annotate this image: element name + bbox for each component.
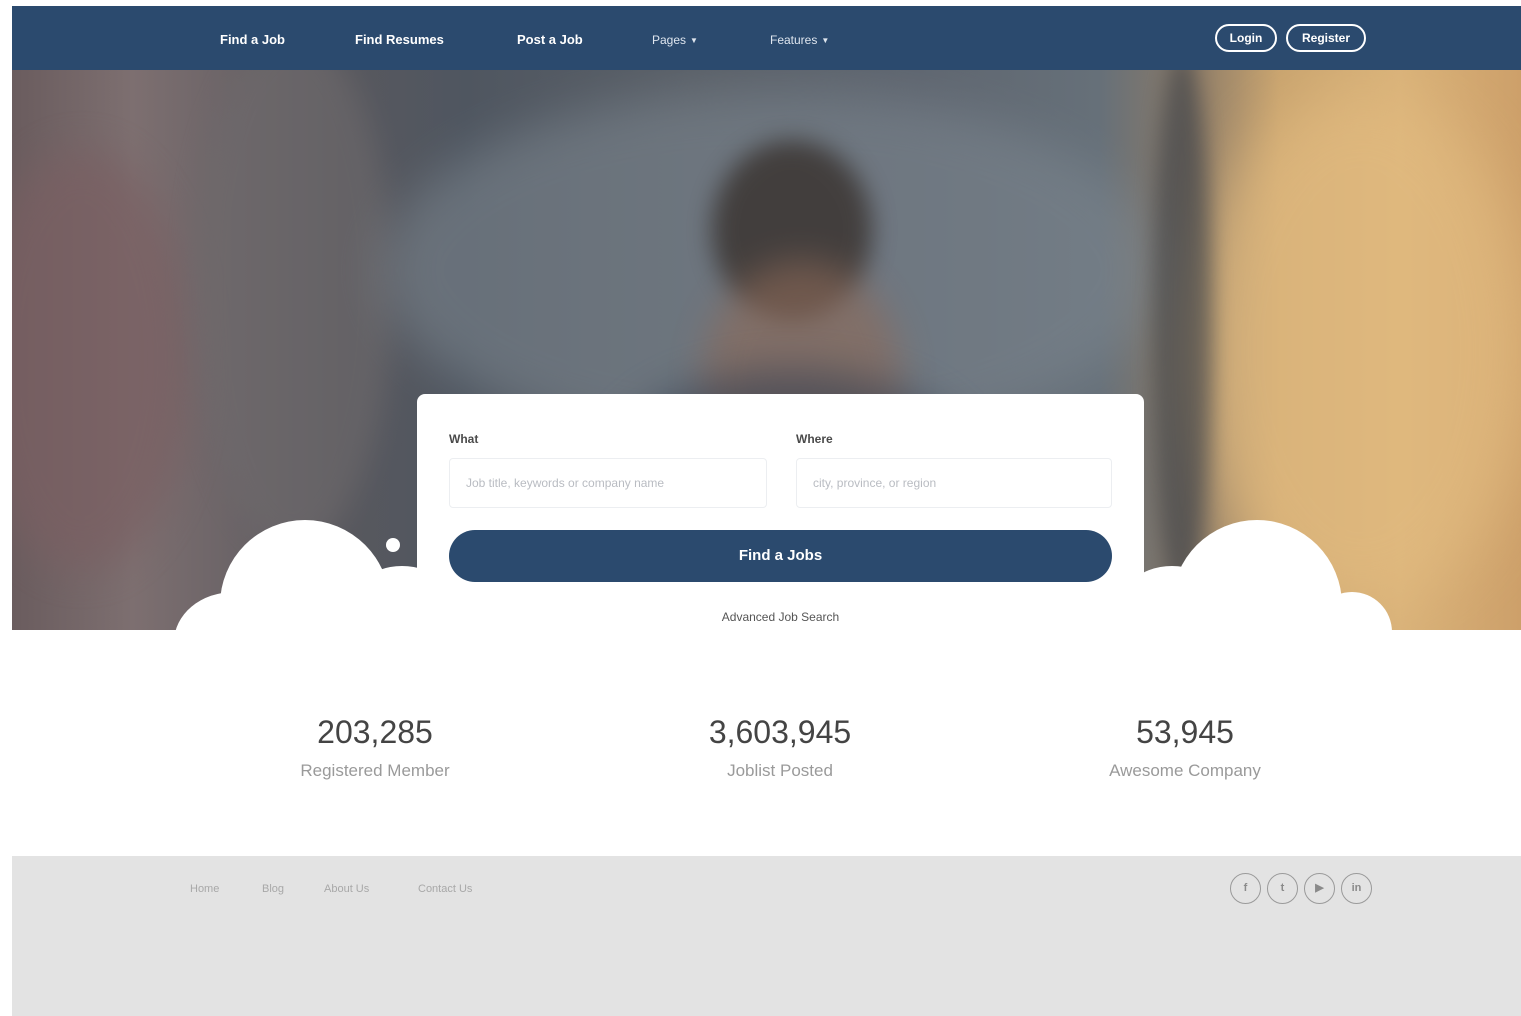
chevron-down-icon: ▼ bbox=[690, 36, 698, 46]
nav-features-dropdown[interactable]: Features ▼ bbox=[770, 33, 829, 47]
login-button[interactable]: Login bbox=[1215, 24, 1277, 52]
register-button[interactable]: Register bbox=[1286, 24, 1366, 52]
top-navbar: Find a Job Find Resumes Post a Job Pages… bbox=[12, 6, 1521, 70]
footer: Home Blog About Us Contact Us f t ▶ in bbox=[12, 856, 1521, 1016]
what-label: What bbox=[449, 432, 479, 446]
nav-pages-dropdown[interactable]: Pages ▼ bbox=[652, 33, 698, 47]
job-search-card: What Where Find a Jobs Advanced Job Sear… bbox=[417, 394, 1144, 630]
advanced-search-link[interactable]: Advanced Job Search bbox=[417, 610, 1144, 624]
what-input[interactable] bbox=[450, 459, 766, 507]
where-input[interactable] bbox=[797, 459, 1111, 507]
nav-pages-label: Pages bbox=[652, 33, 687, 47]
twitter-icon[interactable]: t bbox=[1267, 873, 1298, 904]
nav-find-resumes[interactable]: Find Resumes bbox=[355, 32, 444, 47]
youtube-icon[interactable]: ▶ bbox=[1304, 873, 1335, 904]
nav-post-job[interactable]: Post a Job bbox=[517, 32, 583, 47]
chevron-down-icon: ▼ bbox=[821, 36, 830, 46]
linkedin-icon[interactable]: in bbox=[1341, 873, 1372, 904]
stat-value: 3,603,945 bbox=[708, 714, 852, 750]
cloud-decoration-right bbox=[1312, 592, 1392, 672]
stat-awesome-company: 53,945 Awesome Company bbox=[1005, 714, 1365, 781]
stat-label: Registered Member bbox=[300, 761, 450, 780]
where-label: Where bbox=[796, 432, 833, 446]
nav-find-job[interactable]: Find a Job bbox=[220, 32, 285, 47]
cloud-decoration-dot bbox=[386, 538, 400, 552]
stat-registered-members: 203,285 Registered Member bbox=[195, 714, 555, 781]
stat-value: 203,285 bbox=[317, 714, 433, 750]
stat-label: Joblist Posted bbox=[727, 761, 833, 780]
footer-link-home[interactable]: Home bbox=[190, 883, 219, 895]
footer-link-blog[interactable]: Blog bbox=[262, 883, 284, 895]
what-field[interactable] bbox=[449, 458, 767, 508]
stat-joblist-posted: 3,603,945 Joblist Posted bbox=[600, 714, 960, 781]
nav-features-label: Features bbox=[770, 33, 818, 47]
where-field[interactable] bbox=[796, 458, 1112, 508]
footer-link-contact[interactable]: Contact Us bbox=[418, 883, 472, 895]
stat-value: 53,945 bbox=[1136, 714, 1234, 750]
page: Find a Job Find Resumes Post a Job Pages… bbox=[12, 6, 1521, 1016]
footer-link-about[interactable]: About Us bbox=[324, 883, 369, 895]
facebook-icon[interactable]: f bbox=[1230, 873, 1261, 904]
find-jobs-button[interactable]: Find a Jobs bbox=[449, 530, 1112, 582]
cloud-decoration-left bbox=[174, 592, 294, 692]
stat-label: Awesome Company bbox=[1109, 761, 1261, 780]
